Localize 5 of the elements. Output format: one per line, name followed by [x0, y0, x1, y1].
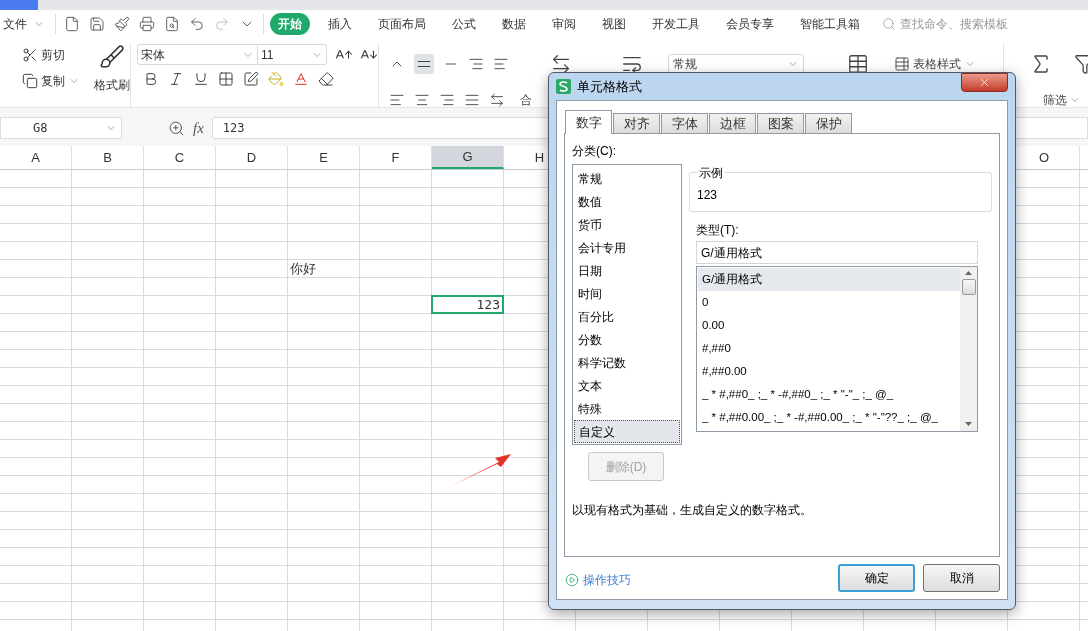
sample-value: 123 — [697, 187, 718, 204]
sample-legend: 示例 — [697, 164, 725, 182]
description-text: 以现有格式为基础，生成自定义的数字格式。 — [572, 502, 813, 519]
dialog-title: 单元格格式 — [577, 77, 642, 96]
type-label: 类型(T): — [696, 222, 740, 239]
